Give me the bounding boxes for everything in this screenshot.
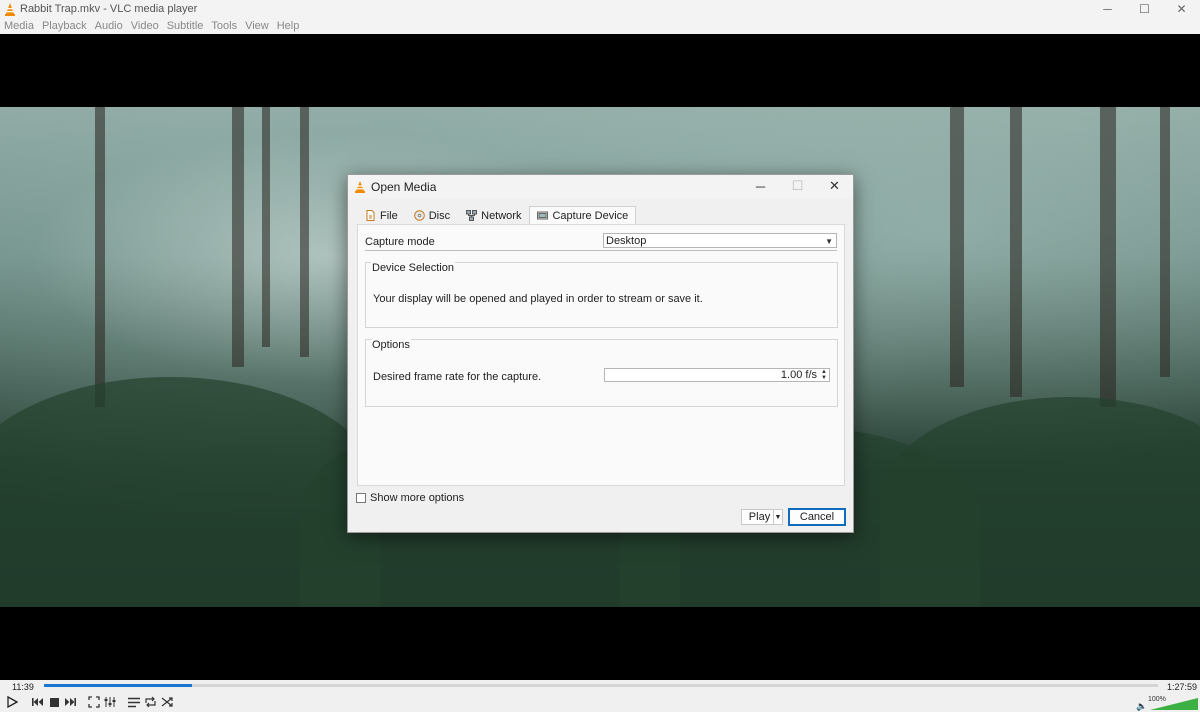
speaker-icon[interactable]: 🔈 (1136, 701, 1147, 711)
dialog-maximize-button: ☐ (791, 178, 804, 193)
frame-rate-label: Desired frame rate for the capture. (373, 371, 542, 383)
chevron-down-icon: ▼ (825, 237, 833, 246)
menu-media[interactable]: Media (0, 20, 38, 32)
capture-mode-select[interactable]: Desktop ▼ (603, 233, 837, 248)
minimize-button[interactable]: ─ (1089, 0, 1126, 18)
menu-audio[interactable]: Audio (91, 20, 127, 32)
menu-bar: Media Playback Audio Video Subtitle Tool… (0, 18, 1200, 34)
tab-network-label: Network (481, 209, 522, 222)
fullscreen-icon[interactable] (87, 695, 101, 709)
total-time: 1:27:59 (1167, 682, 1198, 692)
device-selection-group: Device Selection Your display will be op… (365, 262, 838, 328)
device-selection-title: Device Selection (371, 262, 455, 274)
tab-network[interactable]: Network (458, 206, 529, 224)
show-more-options-checkbox[interactable] (356, 493, 366, 503)
close-button[interactable]: ✕ (1163, 0, 1200, 18)
capture-device-panel: Capture mode Desktop ▼ Device Selection … (357, 224, 845, 486)
frame-rate-spinbox[interactable]: 1.00 f/s ▲ ▼ (604, 368, 830, 382)
dialog-title-bar: Open Media ─ ☐ ✕ (348, 175, 853, 199)
device-selection-text: Your display will be opened and played i… (373, 293, 703, 305)
tab-disc[interactable]: Disc (406, 206, 458, 224)
loop-icon[interactable] (143, 695, 157, 709)
next-icon[interactable] (63, 695, 77, 709)
vlc-cone-icon (5, 2, 15, 16)
elapsed-time: 11:39 (12, 682, 34, 692)
playlist-icon[interactable] (127, 695, 141, 709)
dialog-close-button[interactable]: ✕ (816, 175, 853, 197)
volume-slider[interactable] (1150, 698, 1198, 710)
show-more-options-label[interactable]: Show more options (370, 492, 464, 504)
tab-capture-device[interactable]: Capture Device (529, 206, 637, 225)
disc-icon (413, 210, 425, 221)
capture-mode-label: Capture mode (365, 236, 435, 248)
play-dropdown-icon[interactable]: ▼ (773, 510, 782, 524)
shuffle-icon[interactable] (160, 695, 174, 709)
dialog-title: Open Media (371, 180, 437, 194)
seek-bar-progress (44, 684, 193, 687)
capture-mode-value: Desktop (606, 234, 647, 247)
capture-mode-divider (365, 250, 837, 251)
open-media-dialog: Open Media ─ ☐ ✕ File Disc Network Captu… (347, 174, 854, 533)
vlc-cone-icon (355, 181, 365, 193)
cancel-button[interactable]: Cancel (788, 508, 846, 526)
maximize-button[interactable]: ☐ (1126, 0, 1163, 18)
play-icon[interactable] (5, 695, 19, 709)
seek-bar[interactable] (44, 684, 1158, 687)
menu-view[interactable]: View (241, 20, 273, 32)
play-button-label: Play (748, 511, 771, 523)
frame-rate-value: 1.00 f/s (780, 369, 817, 381)
tab-capture-device-label: Capture Device (552, 209, 629, 222)
stop-icon[interactable] (47, 695, 61, 709)
options-group: Options Desired frame rate for the captu… (365, 339, 838, 407)
menu-help[interactable]: Help (273, 20, 304, 32)
play-button[interactable]: Play ▼ (741, 509, 783, 525)
menu-video[interactable]: Video (127, 20, 163, 32)
spin-arrows[interactable]: ▲ ▼ (820, 369, 828, 381)
tab-file-label: File (380, 209, 398, 222)
network-icon (466, 210, 478, 221)
dialog-minimize-button[interactable]: ─ (742, 175, 779, 197)
file-icon (366, 210, 375, 221)
show-more-options[interactable]: Show more options (356, 492, 464, 504)
spin-down-icon[interactable]: ▼ (821, 375, 827, 381)
volume-level-fill (1150, 698, 1198, 710)
capture-device-icon (537, 211, 549, 220)
player-controls: 11:39 1:27:59 100% 🔈 (0, 680, 1200, 712)
window-title: Rabbit Trap.mkv - VLC media player (20, 3, 198, 15)
menu-playback[interactable]: Playback (38, 20, 91, 32)
tab-bar: File Disc Network Capture Device (357, 206, 637, 225)
extended-settings-icon[interactable] (103, 695, 117, 709)
menu-subtitle[interactable]: Subtitle (163, 20, 208, 32)
tab-file[interactable]: File (357, 206, 406, 224)
tab-disc-label: Disc (428, 209, 451, 222)
menu-tools[interactable]: Tools (207, 20, 241, 32)
options-title: Options (371, 339, 411, 351)
previous-icon[interactable] (31, 695, 45, 709)
title-bar: Rabbit Trap.mkv - VLC media player ─ ☐ ✕ (0, 0, 1200, 18)
